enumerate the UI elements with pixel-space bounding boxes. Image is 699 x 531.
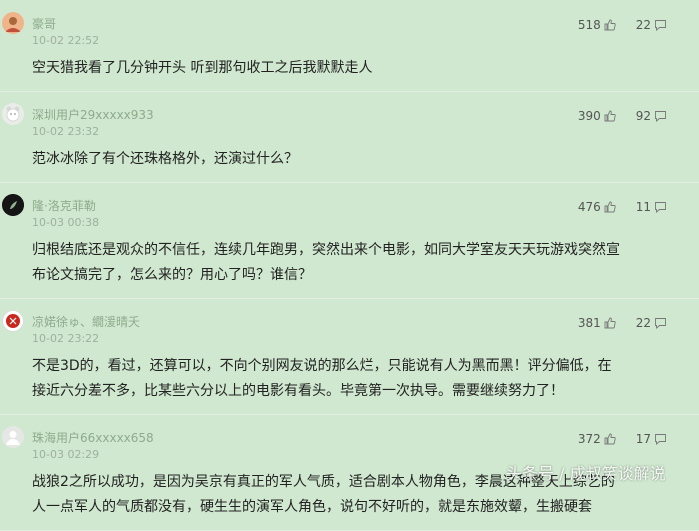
comment-header: 凉婼徐ゅ、繝湲晴夭 10-02 23:22 381 22 (2, 310, 667, 348)
username[interactable]: 豪哥 (32, 15, 56, 32)
comment-bubble-icon (655, 434, 666, 445)
avatar[interactable] (2, 103, 24, 125)
comment-actions: 372 17 (578, 432, 667, 446)
comment-bubble-icon (655, 202, 666, 213)
thumbs-up-icon (604, 433, 616, 445)
comment-time: 10-03 00:38 (32, 216, 100, 229)
thumbs-up-icon (604, 19, 616, 31)
comment-header: 豪哥 10-02 22:52 518 22 (2, 12, 667, 50)
comment-item: 隆·洛克菲勒 10-03 00:38 476 11 归根结底还是观众的不信任，连… (0, 183, 699, 299)
comment-header: 隆·洛克菲勒 10-03 00:38 476 11 (2, 194, 667, 232)
reply-button[interactable]: 22 (636, 316, 667, 330)
comment-time: 10-02 22:52 (32, 34, 100, 47)
user-avatar-icon (2, 194, 24, 216)
default-avatar-icon (2, 103, 24, 125)
comment-actions: 381 22 (578, 316, 667, 330)
comment-bubble-icon (655, 20, 666, 31)
reply-button[interactable]: 17 (636, 432, 667, 446)
avatar[interactable] (2, 426, 24, 448)
like-count: 390 (577, 109, 601, 123)
username[interactable]: 珠海用户66xxxxx658 (32, 429, 154, 446)
comment-time: 10-02 23:32 (32, 125, 100, 138)
comment-item: 凉婼徐ゅ、繝湲晴夭 10-02 23:22 381 22 不是3D的，看过，还算… (0, 299, 699, 415)
username[interactable]: 深圳用户29xxxxx933 (32, 106, 154, 123)
default-user-icon (2, 426, 24, 448)
like-button[interactable]: 476 (578, 200, 616, 214)
thumbs-up-icon (604, 110, 616, 122)
comment-header: 珠海用户66xxxxx658 10-03 02:29 372 17 (2, 426, 667, 464)
like-button[interactable]: 372 (578, 432, 616, 446)
thumbs-up-icon (604, 317, 616, 329)
watermark: 头条号 / 成叔笑谈解说 (506, 464, 666, 483)
reply-count: 17 (635, 432, 651, 446)
comment-time: 10-02 23:22 (32, 332, 100, 345)
comment-time: 10-03 02:29 (32, 448, 100, 461)
avatar[interactable] (2, 194, 24, 216)
comment-text: 范冰冰除了有个还珠格格外，还演过什么？ (32, 151, 298, 167)
comment-header: 深圳用户29xxxxx933 10-02 23:32 390 92 (2, 103, 667, 141)
comment-list: 豪哥 10-02 22:52 518 22 空天猎我看了几分钟开头 听到那句收工… (0, 0, 699, 531)
like-count: 476 (577, 200, 601, 214)
like-count: 381 (577, 316, 601, 330)
reply-count: 11 (635, 200, 651, 214)
reply-count: 92 (635, 109, 651, 123)
comment-actions: 518 22 (578, 18, 667, 32)
user-avatar-icon (2, 12, 24, 34)
username[interactable]: 凉婼徐ゅ、繝湲晴夭 (32, 313, 140, 330)
comment-actions: 476 11 (578, 200, 667, 214)
like-button[interactable]: 381 (578, 316, 616, 330)
avatar[interactable] (2, 12, 24, 34)
like-button[interactable]: 518 (578, 18, 616, 32)
reply-count: 22 (635, 316, 651, 330)
comment-bubble-icon (655, 111, 666, 122)
like-count: 372 (577, 432, 601, 446)
comment-item: 深圳用户29xxxxx933 10-02 23:32 390 92 范冰冰除了有… (0, 92, 699, 183)
reply-count: 22 (635, 18, 651, 32)
username[interactable]: 隆·洛克菲勒 (32, 197, 96, 214)
reply-button[interactable]: 11 (636, 200, 667, 214)
reply-button[interactable]: 92 (636, 109, 667, 123)
user-avatar-icon (2, 310, 24, 332)
avatar[interactable] (2, 310, 24, 332)
comment-actions: 390 92 (578, 109, 667, 123)
comment-bubble-icon (655, 318, 666, 329)
like-button[interactable]: 390 (578, 109, 616, 123)
comment-text: 不是3D的，看过，还算可以，不向个别网友说的那么烂，只能说有人为黑而黑！评分偏低… (32, 358, 612, 399)
comment-text: 空天猎我看了几分钟开头 听到那句收工之后我默默走人 (32, 60, 373, 76)
like-count: 518 (577, 18, 601, 32)
comment-item: 豪哥 10-02 22:52 518 22 空天猎我看了几分钟开头 听到那句收工… (0, 0, 699, 92)
reply-button[interactable]: 22 (636, 18, 667, 32)
comment-text: 归根结底还是观众的不信任，连续几年跑男，突然出来个电影，如同大学室友天天玩游戏突… (32, 242, 620, 283)
thumbs-up-icon (604, 201, 616, 213)
